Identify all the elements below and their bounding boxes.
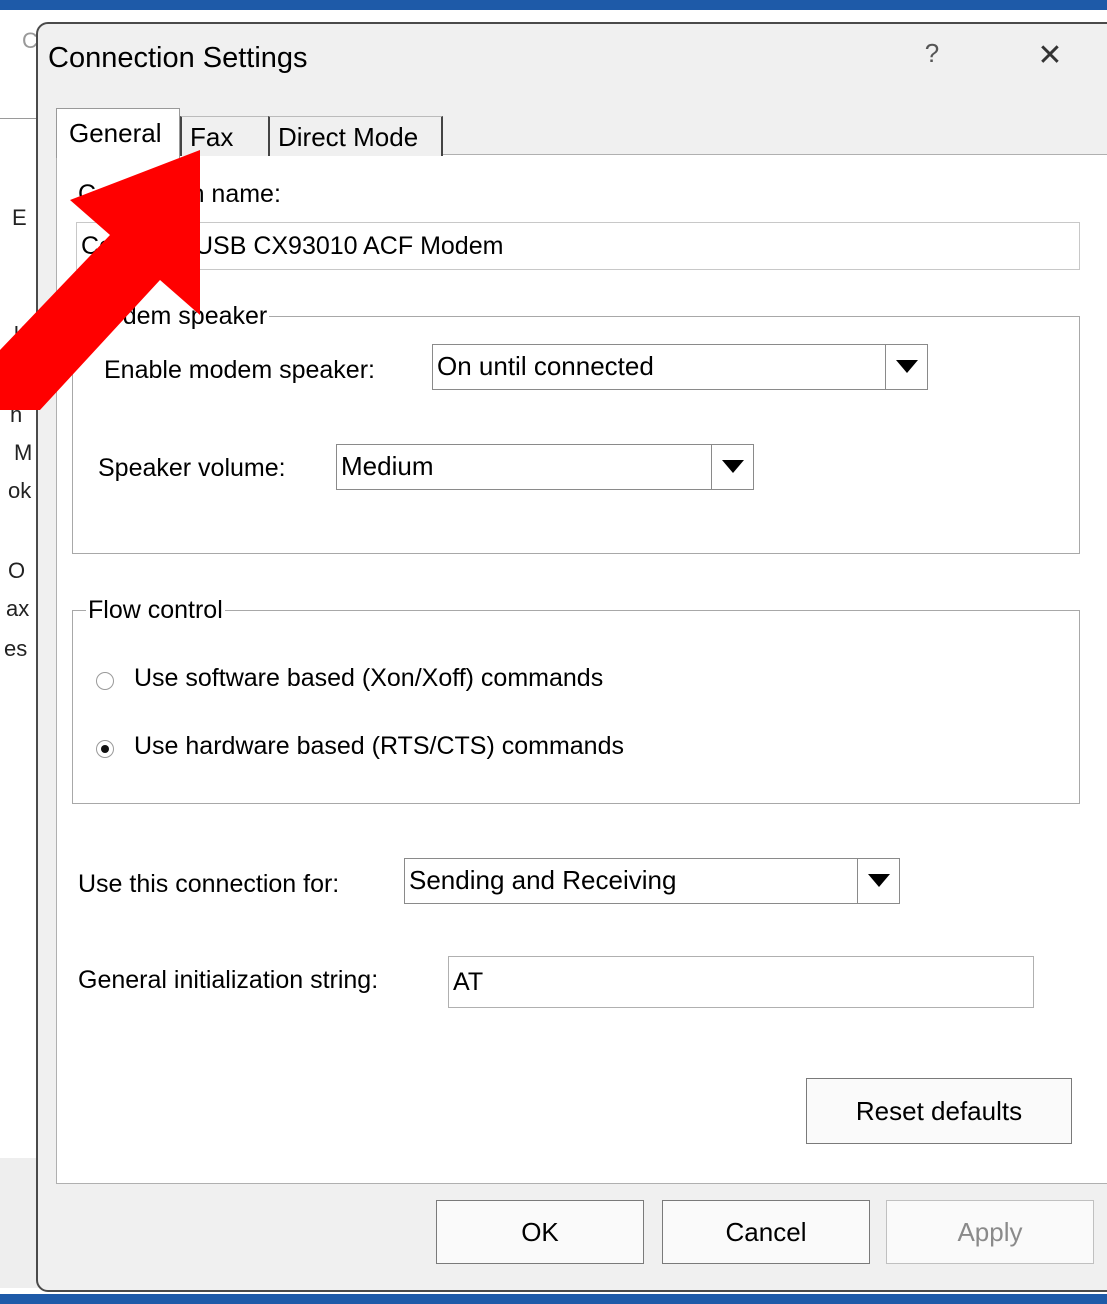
chevron-down-icon[interactable] [711, 445, 753, 489]
background-text: es [4, 636, 28, 661]
arrow-icon [0, 150, 200, 410]
speaker-volume-label: Speaker volume: [98, 454, 286, 482]
dialog-title: Connection Settings [48, 42, 308, 74]
software-flow-radio[interactable] [96, 672, 114, 690]
background-text: ax [6, 596, 30, 621]
ok-button[interactable]: OK [436, 1200, 644, 1264]
background-title-bar [0, 0, 1107, 10]
apply-button[interactable]: Apply [886, 1200, 1094, 1264]
use-connection-dropdown[interactable]: Sending and Receiving [404, 858, 900, 904]
tab-direct-mode[interactable]: Direct Mode [268, 116, 443, 156]
background-panel [0, 1158, 40, 1288]
flow-control-group-title: Flow control [86, 596, 225, 625]
init-string-label: General initialization string: [78, 966, 379, 994]
use-connection-label: Use this connection for: [78, 870, 340, 898]
background-taskbar-edge [0, 1294, 1107, 1304]
init-string-field[interactable] [448, 956, 1034, 1008]
title-bar[interactable]: Connection Settings ? ✕ [38, 24, 1107, 94]
close-icon: ✕ [1037, 39, 1063, 72]
speaker-volume-dropdown[interactable]: Medium [336, 444, 754, 490]
flow-control-group [72, 610, 1080, 804]
enable-speaker-dropdown[interactable]: On until connected [432, 344, 928, 390]
enable-speaker-value: On until connected [437, 351, 654, 381]
software-flow-label[interactable]: Use software based (Xon/Xoff) commands [134, 664, 603, 693]
hardware-flow-radio[interactable] [96, 740, 114, 758]
cancel-button[interactable]: Cancel [662, 1200, 870, 1264]
background-divider [0, 118, 36, 119]
background-text: O [8, 558, 26, 583]
chevron-down-icon[interactable] [885, 345, 927, 389]
use-connection-value: Sending and Receiving [409, 865, 677, 895]
background-text: M [14, 440, 33, 465]
red-arrow-annotation [0, 150, 200, 410]
close-button[interactable]: ✕ [1028, 34, 1072, 78]
reset-defaults-button[interactable]: Reset defaults [806, 1078, 1072, 1144]
speaker-volume-value: Medium [341, 451, 434, 481]
help-button[interactable]: ? [920, 38, 944, 74]
hardware-flow-label[interactable]: Use hardware based (RTS/CTS) commands [134, 732, 624, 761]
chevron-down-icon[interactable] [857, 859, 899, 903]
background-text: ok [8, 478, 32, 503]
